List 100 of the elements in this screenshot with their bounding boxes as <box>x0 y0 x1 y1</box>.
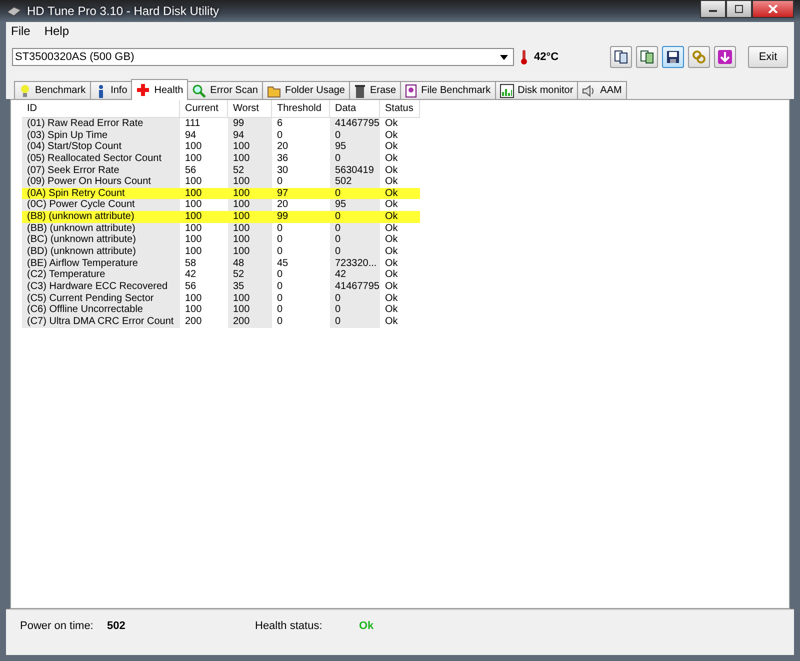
table-cell: (C7) Ultra DMA CRC Error Count <box>22 316 180 328</box>
table-cell: 52 <box>228 269 272 281</box>
table-cell-text: 45 <box>276 258 290 270</box>
table-cell: 35 <box>228 280 272 293</box>
tab[interactable]: File Benchmark <box>400 81 496 99</box>
trash-icon <box>354 84 366 98</box>
column-header[interactable]: Status <box>380 100 420 118</box>
tab[interactable]: Benchmark <box>14 81 91 99</box>
health-status-label: Health status: <box>255 620 324 632</box>
table-cell: 95 <box>330 199 380 212</box>
table-cell-text: Ok <box>384 176 399 188</box>
table-cell: 41467795 <box>330 280 380 293</box>
table-cell-text: 0 <box>276 316 284 328</box>
table-cell-text: 100 <box>184 152 203 165</box>
table-cell-text: Ok <box>384 199 399 212</box>
table-cell-text: 0 <box>276 176 284 188</box>
table-cell-text: 0 <box>276 222 284 234</box>
table-cell: 100 <box>228 234 272 246</box>
table-cell: (BB) (unknown attribute) <box>22 222 180 234</box>
table-cell: 0 <box>330 246 380 258</box>
tab[interactable]: Error Scan <box>187 81 263 99</box>
table-cell: 0 <box>330 304 380 316</box>
table-cell: 95 <box>330 141 380 153</box>
table-cell-text: Ok <box>384 246 399 258</box>
table-cell-text: Ok <box>384 130 399 142</box>
copy-icon[interactable] <box>636 46 658 68</box>
magnifier-icon <box>192 84 206 98</box>
tab[interactable]: Folder Usage <box>262 81 350 99</box>
table-cell-text: Ok <box>384 280 399 293</box>
download-icon[interactable] <box>714 46 736 68</box>
table-cell: 100 <box>228 304 272 316</box>
drive-dropdown[interactable]: ST3500320AS (500 GB) <box>12 48 514 66</box>
table-cell-text: 100 <box>184 222 203 234</box>
table-cell-text: 20 <box>276 141 290 153</box>
table-cell-text: 58 <box>184 258 198 270</box>
table-cell-text: 36 <box>276 152 290 165</box>
table-cell: Ok <box>380 211 420 223</box>
caret-icon <box>500 54 508 60</box>
table-cell-text: Ok <box>384 164 399 176</box>
close-button[interactable] <box>752 0 794 18</box>
table-cell: (03) Spin Up Time <box>22 130 180 142</box>
close-icon <box>768 5 778 13</box>
table-cell: 100 <box>228 176 272 188</box>
tab[interactable]: Disk monitor <box>494 81 578 99</box>
table-cell: 0 <box>330 316 380 328</box>
tab[interactable]: AAM <box>577 81 627 99</box>
table-cell: 100 <box>228 188 272 200</box>
table-cell: 0 <box>330 292 380 304</box>
table-cell-text: Ok <box>384 269 399 281</box>
tab[interactable]: Erase <box>349 81 402 99</box>
table-cell: 100 <box>228 292 272 304</box>
table-cell: (0C) Power Cycle Count <box>22 199 180 212</box>
exit-button[interactable]: Exit <box>748 46 788 68</box>
column-header[interactable]: Current <box>180 100 228 118</box>
copy-icon[interactable] <box>610 46 632 68</box>
table-cell-text: 56 <box>184 164 198 176</box>
table-cell: 48 <box>228 258 272 270</box>
table-cell: (BD) (unknown attribute) <box>22 246 180 258</box>
table-cell: Ok <box>380 188 420 200</box>
table-cell-text: Ok <box>384 118 399 130</box>
table-cell: 0 <box>330 152 380 165</box>
table-cell: 0 <box>330 222 380 234</box>
tab[interactable]: Info <box>90 81 132 99</box>
tab[interactable]: Health <box>131 79 188 100</box>
power-on-value: 502 <box>107 620 126 632</box>
table-cell: 94 <box>228 130 272 142</box>
table-cell-text: 100 <box>184 176 203 188</box>
table-cell-text: Ok <box>384 316 399 328</box>
table-cell-text: 0 <box>276 280 284 293</box>
table-cell: 99 <box>228 118 272 130</box>
table-cell-text: 6 <box>276 118 284 130</box>
table-cell: (05) Reallocated Sector Count <box>22 152 180 165</box>
table-cell: (B8) (unknown attribute) <box>22 211 180 223</box>
table-cell-text: Ok <box>384 141 399 153</box>
table-cell: 97 <box>272 188 330 200</box>
table-cell: 100 <box>180 188 228 200</box>
table-cell-text: 0 <box>276 292 284 304</box>
table-cell-text: 42 <box>184 269 198 281</box>
save-icon[interactable] <box>662 46 684 68</box>
table-cell: (BC) (unknown attribute) <box>22 234 180 246</box>
table-cell: (09) Power On Hours Count <box>22 176 180 188</box>
minimize-button[interactable] <box>700 0 726 18</box>
table-cell-text: Ok <box>384 152 399 165</box>
column-header[interactable]: Threshold <box>272 100 330 118</box>
table-cell-text: 20 <box>276 199 290 212</box>
table-cell-text: 100 <box>184 246 203 258</box>
temperature-reading: 42°C <box>534 51 559 63</box>
health-status-value: Ok <box>359 620 374 632</box>
menu-item[interactable]: Help <box>44 24 70 38</box>
maximize-button[interactable] <box>726 0 752 18</box>
table-cell: 100 <box>228 152 272 165</box>
menu-item[interactable]: File <box>11 24 30 38</box>
table-cell: 52 <box>228 164 272 176</box>
table-cell-text: 0 <box>276 130 284 142</box>
table-cell: (C2) Temperature <box>22 269 180 281</box>
table-cell-text: 100 <box>184 292 203 304</box>
table-cell: 100 <box>228 222 272 234</box>
table-cell: 100 <box>228 246 272 258</box>
table-cell-text: 56 <box>184 280 198 293</box>
table-cell-text: 200 <box>184 316 203 328</box>
